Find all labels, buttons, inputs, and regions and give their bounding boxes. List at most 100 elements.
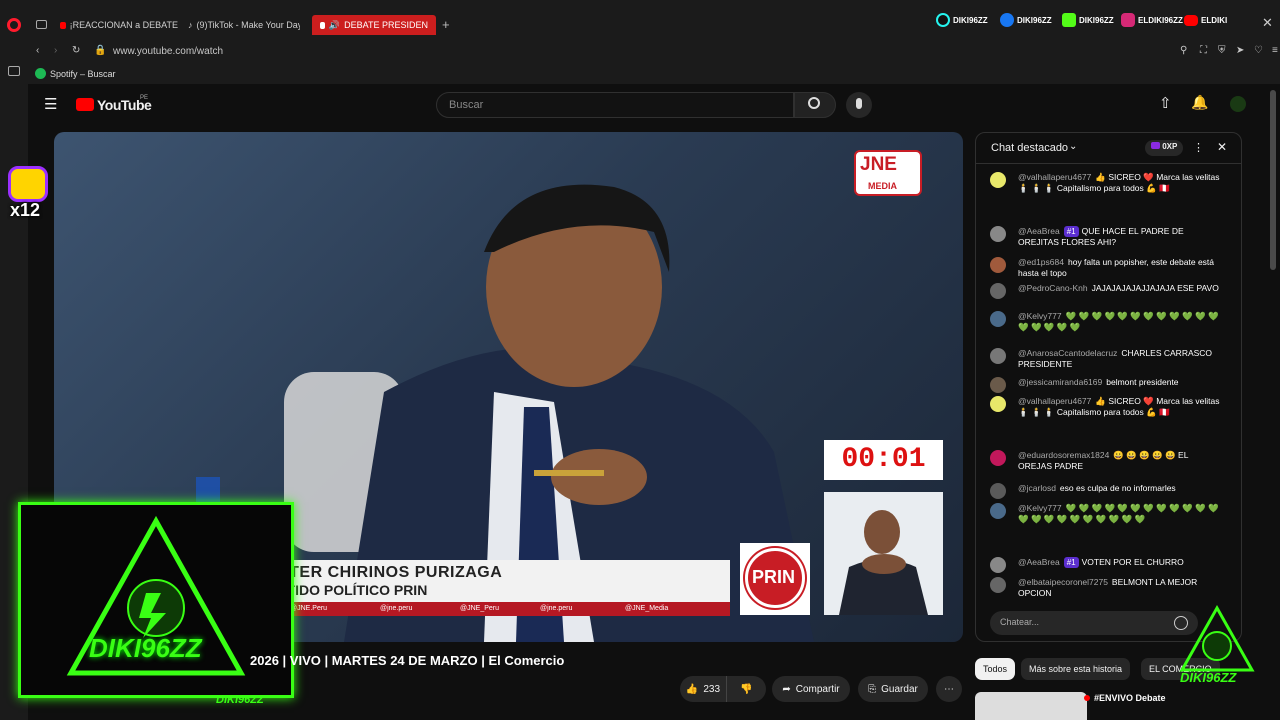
save-button[interactable]: ⎘ Guardar — [858, 676, 928, 702]
notifications-bell-icon[interactable]: 🔔 — [1191, 94, 1208, 111]
reload-icon[interactable]: ↻ — [72, 45, 80, 56]
chat-message[interactable]: @AnarosaCcantodelacruz CHARLES CARRASCO P… — [990, 348, 1220, 374]
close-chat-icon[interactable]: ✕ — [1217, 140, 1227, 154]
chat-avatar[interactable] — [990, 172, 1006, 188]
chat-message[interactable]: @AeaBrea #1 QUE HACE EL PADRE DE OREJITAS … — [990, 226, 1220, 252]
chat-input[interactable]: Chatear... — [990, 611, 1198, 635]
chat-avatar[interactable] — [990, 257, 1006, 273]
chat-message[interactable]: @elbataipecoronel7275 BELMONT LA MEJOR OP… — [990, 577, 1220, 599]
supporter-badge: #1 — [1063, 226, 1079, 237]
social-handle: @jne.peru — [380, 605, 413, 612]
opera-logo-icon[interactable] — [7, 18, 21, 32]
back-icon[interactable]: ‹ — [36, 45, 39, 56]
search-button[interactable] — [794, 92, 836, 118]
chat-message[interactable]: @Kelvy777 💚 💚 💚 💚 💚 💚 💚 💚 💚 💚 💚 💚 💚 💚 💚 💚… — [990, 311, 1220, 347]
chat-author[interactable]: @valhallaperu4677 — [1018, 172, 1091, 182]
supporter-badge: #1 — [1063, 557, 1079, 568]
tab-bar: ¡REACCIONAN a DEBATE ♪ (9)TikTok - Make … — [28, 0, 1280, 40]
upload-icon[interactable]: ⇧ — [1159, 94, 1172, 112]
chat-author[interactable]: @AeaBrea — [1018, 226, 1060, 236]
pin-icon[interactable]: ⚲ — [1180, 45, 1187, 56]
chat-author[interactable]: @Kelvy777 — [1018, 311, 1062, 321]
social-handle: ELDIKI96ZZ — [1138, 15, 1183, 25]
chat-message[interactable]: @valhallaperu4677 👍 SICREO ❤️ Marca las v… — [990, 396, 1220, 444]
facebook-icon — [1000, 13, 1014, 27]
xp-icon — [1151, 142, 1160, 149]
close-window-icon[interactable]: ✕ — [1262, 15, 1273, 31]
chat-author[interactable]: @ed1ps684 — [1018, 257, 1064, 267]
chat-author[interactable]: @AnarosaCcantodelacruz — [1018, 348, 1117, 358]
live-dot-icon — [1084, 695, 1090, 701]
save-label: Guardar — [881, 683, 918, 695]
chat-avatar[interactable] — [990, 283, 1006, 299]
chat-message[interactable]: @PedroCano-Knh JAJAJAJAJAJJAJAJA ESE PAVO — [990, 283, 1220, 309]
shield-icon[interactable]: ⛨ — [1218, 45, 1226, 56]
page-scrollbar[interactable] — [1270, 90, 1276, 270]
tab-debate[interactable]: 🔊 DEBATE PRESIDEN — [312, 15, 436, 35]
chat-message[interactable]: @Kelvy777 💚 💚 💚 💚 💚 💚 💚 💚 💚 💚 💚 💚 💚 💚 💚 💚… — [990, 503, 1220, 551]
dislike-button[interactable]: 👎 — [726, 676, 766, 702]
youtube-logo-icon[interactable] — [76, 98, 94, 111]
more-actions-button[interactable]: ⋯ — [936, 676, 962, 702]
snapshot-icon[interactable]: ⛶ — [1200, 45, 1207, 56]
related-thumbnail[interactable] — [975, 692, 1087, 720]
chat-avatar[interactable] — [990, 503, 1006, 519]
chat-mode-dropdown[interactable]: Chat destacado — [991, 142, 1068, 154]
chat-avatar[interactable] — [990, 377, 1006, 393]
chat-author[interactable]: @eduardosoremax1824 — [1018, 450, 1109, 460]
chat-avatar[interactable] — [990, 396, 1006, 412]
social-facebook: DIKI96ZZ — [1000, 12, 1052, 28]
workspace-icon[interactable] — [8, 66, 20, 76]
chat-avatar[interactable] — [990, 226, 1006, 242]
chip-more-story[interactable]: Más sobre esta historia — [1021, 658, 1131, 680]
chat-author[interactable]: @jcarlosd — [1018, 483, 1056, 493]
chat-author[interactable]: @Kelvy777 — [1018, 503, 1062, 513]
chat-message[interactable]: @jessicamiranda6169 belmont presidente — [990, 377, 1220, 393]
tab-reaccionan[interactable]: ¡REACCIONAN a DEBATE — [60, 15, 178, 35]
url-field[interactable]: www.youtube.com/watch — [113, 46, 223, 57]
chat-avatar[interactable] — [990, 557, 1006, 573]
send-icon[interactable]: ➤ — [1236, 45, 1244, 56]
chat-author[interactable]: @jessicamiranda6169 — [1018, 377, 1102, 387]
chip-all[interactable]: Todos — [975, 658, 1016, 680]
instagram-icon — [1121, 13, 1135, 27]
chat-message[interactable]: @jcarlosd eso es culpa de no informarles — [990, 483, 1220, 499]
like-button[interactable]: 👍 233 — [680, 676, 726, 702]
heart-icon[interactable]: ♡ — [1254, 45, 1263, 56]
like-count: 233 — [703, 683, 721, 695]
chat-author[interactable]: @AeaBrea — [1018, 557, 1060, 567]
bookmark-spotify[interactable]: Spotify – Buscar — [50, 69, 116, 79]
xp-badge[interactable]: 0XP — [1145, 140, 1184, 156]
chat-avatar[interactable] — [990, 577, 1006, 593]
country-code: PE — [140, 95, 149, 101]
social-handle: ELDIKI — [1201, 15, 1228, 25]
tabs-menu-icon[interactable] — [36, 20, 47, 29]
tab-tiktok[interactable]: ♪ (9)TikTok - Make Your Day — [188, 15, 300, 35]
chat-message[interactable]: @ed1ps684 hoy falta un popisher, este deb… — [990, 257, 1220, 283]
chat-author[interactable]: @elbataipecoronel7275 — [1018, 577, 1108, 587]
chat-message[interactable]: @AeaBrea #1 VOTEN POR EL CHURRO — [990, 557, 1220, 573]
forward-icon[interactable]: › — [54, 45, 57, 56]
related-video-title[interactable]: #ENVIVO Debate — [1094, 693, 1166, 703]
chevron-down-icon[interactable]: ⌄ — [1069, 141, 1077, 152]
chat-avatar[interactable] — [990, 348, 1006, 364]
new-tab-button[interactable]: + — [442, 17, 450, 32]
chat-message[interactable]: @valhallaperu4677 👍 SICREO ❤️ Marca las v… — [990, 172, 1220, 220]
chat-message[interactable]: @eduardosoremax1824 😀 😀 😀 😀 😀 EL OREJAS P… — [990, 450, 1220, 480]
chat-author[interactable]: @valhallaperu4677 — [1018, 396, 1091, 406]
voice-search-button[interactable] — [846, 92, 872, 118]
chat-avatar[interactable] — [990, 311, 1006, 327]
menu-icon[interactable]: ≡ — [1272, 45, 1278, 56]
chat-more-icon[interactable]: ⋮ — [1193, 141, 1204, 154]
chat-avatar[interactable] — [990, 450, 1006, 466]
chat-avatar[interactable] — [990, 483, 1006, 499]
jne-logo-text: JNE — [860, 154, 897, 175]
audio-icon[interactable]: 🔊 — [329, 20, 340, 31]
avatar[interactable] — [1230, 96, 1246, 112]
hamburger-menu-icon[interactable]: ☰ — [44, 95, 57, 113]
share-button[interactable]: ➦ Compartir — [772, 676, 850, 702]
chat-author[interactable]: @PedroCano-Knh — [1018, 283, 1088, 293]
tab-label: (9)TikTok - Make Your Day — [196, 20, 301, 30]
search-input[interactable]: Buscar — [436, 92, 794, 118]
microphone-icon — [856, 98, 862, 109]
